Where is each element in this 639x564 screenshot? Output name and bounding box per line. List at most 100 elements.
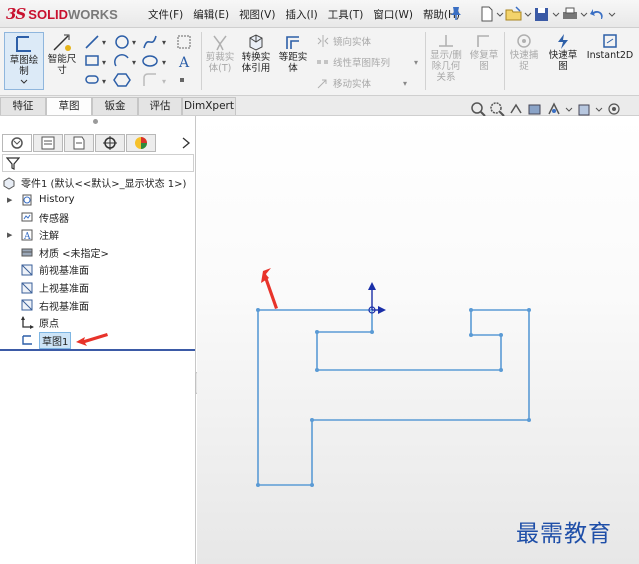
section-view-icon[interactable] bbox=[527, 101, 543, 117]
relations-label: 显示/删 除几何 关系 bbox=[430, 50, 462, 83]
zoom-to-area-icon[interactable] bbox=[489, 101, 505, 117]
chevron-down-icon[interactable] bbox=[496, 5, 504, 23]
tree-item-label: 注解 bbox=[39, 231, 59, 243]
fillet-icon[interactable] bbox=[143, 73, 156, 86]
tree-item[interactable]: 传感器 bbox=[0, 209, 69, 226]
undo-icon[interactable] bbox=[588, 5, 608, 23]
sketch-outline[interactable] bbox=[257, 309, 530, 486]
tab-sheet-metal[interactable]: 钣金 bbox=[92, 97, 138, 115]
tree-item[interactable]: 草图1 bbox=[0, 331, 109, 349]
chevron-down-icon[interactable] bbox=[19, 78, 29, 86]
offset-entities-button[interactable]: 等距实 体 bbox=[275, 32, 311, 90]
tab-dimxpert-manager[interactable] bbox=[95, 134, 125, 152]
chevron-right-icon[interactable] bbox=[180, 136, 192, 150]
panel-tab-strip bbox=[0, 132, 196, 154]
chevron-down-icon[interactable] bbox=[608, 5, 616, 23]
tree-item[interactable]: 右视基准面 bbox=[0, 297, 89, 314]
ellipse-icon[interactable] bbox=[142, 55, 158, 67]
rollback-bar[interactable] bbox=[0, 349, 195, 351]
tab-features[interactable]: 特征 bbox=[0, 97, 46, 115]
chevron-down-icon[interactable] bbox=[552, 5, 560, 23]
text-icon[interactable]: A bbox=[178, 55, 190, 71]
sketch-point bbox=[256, 483, 260, 487]
previous-view-icon[interactable] bbox=[508, 101, 524, 117]
configuration-manager-icon bbox=[73, 136, 85, 150]
pin-icon[interactable] bbox=[449, 5, 463, 21]
smart-dimension-button[interactable]: 智能尺 寸 bbox=[44, 32, 80, 90]
display-style-icon[interactable] bbox=[576, 101, 592, 117]
arc-icon[interactable] bbox=[114, 54, 129, 67]
tab-configuration-manager[interactable] bbox=[64, 134, 94, 152]
line-icon[interactable] bbox=[85, 35, 99, 49]
quick-snaps-icon bbox=[517, 34, 531, 48]
quick-snaps-button[interactable]: 快速捕 捉 bbox=[507, 32, 541, 90]
menu-file[interactable]: 文件(F) bbox=[148, 7, 183, 22]
solidworks-logo[interactable]: 3S SOLIDWORKS bbox=[6, 4, 118, 24]
print-icon[interactable] bbox=[560, 5, 580, 23]
repair-sketch-button[interactable]: 修复草 图 bbox=[467, 32, 501, 90]
tree-item-label: 前视基准面 bbox=[39, 266, 89, 278]
menu-edit[interactable]: 编辑(E) bbox=[193, 7, 229, 22]
tab-feature-manager[interactable] bbox=[2, 134, 32, 152]
tab-display-manager[interactable] bbox=[126, 134, 156, 152]
tab-property-manager[interactable] bbox=[33, 134, 63, 152]
panel-collapse-handle[interactable] bbox=[93, 119, 98, 124]
new-document-icon[interactable] bbox=[478, 5, 496, 23]
sketch-icon bbox=[16, 36, 31, 52]
convert-entities-button[interactable]: 转换实 体引用 bbox=[238, 32, 274, 90]
expand-arrow-icon[interactable]: ▶ bbox=[7, 231, 15, 239]
slot-icon[interactable] bbox=[85, 75, 99, 84]
menu-insert[interactable]: 插入(I) bbox=[285, 7, 317, 22]
tree-item[interactable]: ▶ History bbox=[0, 191, 75, 208]
tab-dimxpert[interactable]: DimXpert bbox=[182, 97, 236, 115]
display-manager-icon bbox=[135, 137, 147, 149]
tree-item[interactable]: ▶ A 注解 bbox=[0, 226, 59, 243]
tree-item[interactable]: 原点 bbox=[0, 314, 59, 331]
chevron-down-icon[interactable] bbox=[524, 5, 532, 23]
graphics-area[interactable] bbox=[197, 116, 639, 564]
trim-entities-button[interactable]: 剪裁实 体(T) bbox=[204, 32, 236, 90]
expand-arrow-icon[interactable]: ▶ bbox=[7, 196, 15, 204]
svg-text:▾: ▾ bbox=[102, 38, 106, 47]
instant2d-button[interactable]: Instant2D bbox=[583, 32, 637, 90]
tab-evaluate[interactable]: 评估 bbox=[138, 97, 182, 115]
circle-icon[interactable] bbox=[115, 35, 129, 49]
move-entities-button[interactable]: 移动实体 ▾ bbox=[316, 76, 407, 90]
sketch-point bbox=[469, 308, 473, 312]
spline-icon[interactable] bbox=[143, 35, 157, 49]
tree-root-part[interactable]: 零件1 (默认<<默认>_显示状态 1>) bbox=[2, 174, 186, 191]
tree-item[interactable]: 前视基准面 bbox=[0, 261, 89, 278]
hide-show-items-icon[interactable] bbox=[606, 101, 622, 117]
point-icon[interactable] bbox=[180, 78, 184, 82]
view-orientation-icon[interactable] bbox=[546, 101, 562, 117]
menu-view[interactable]: 视图(V) bbox=[239, 7, 275, 22]
sketch-profile[interactable] bbox=[257, 309, 530, 486]
menu-window[interactable]: 窗口(W) bbox=[373, 7, 413, 22]
tree-item-label: 材质 <未指定> bbox=[39, 248, 109, 260]
sketch-point bbox=[527, 308, 531, 312]
tree-item-label: 传感器 bbox=[39, 213, 69, 225]
chevron-down-icon[interactable] bbox=[580, 5, 588, 23]
chevron-down-icon[interactable] bbox=[595, 101, 603, 117]
tree-item[interactable]: 材质 <未指定> bbox=[0, 244, 109, 261]
display-delete-relations-button[interactable]: 显示/删 除几何 关系 bbox=[428, 32, 464, 90]
save-icon[interactable] bbox=[532, 5, 552, 23]
smart-dimension-icon bbox=[53, 34, 71, 51]
rapid-sketch-button[interactable]: 快速草 图 bbox=[545, 32, 581, 90]
sketch-point bbox=[499, 333, 503, 337]
open-folder-icon[interactable] bbox=[504, 5, 524, 23]
origin-icon bbox=[21, 315, 34, 329]
mirror-entities-button[interactable]: 镜向实体 bbox=[316, 34, 371, 48]
zoom-to-fit-icon[interactable] bbox=[470, 101, 486, 117]
sketch-button[interactable]: 草图绘 制 bbox=[4, 32, 44, 90]
polygon-icon[interactable] bbox=[113, 73, 131, 87]
tab-sketch[interactable]: 草图 bbox=[46, 97, 92, 115]
instant2d-icon bbox=[603, 34, 617, 48]
grid-icon[interactable] bbox=[177, 35, 191, 49]
chevron-down-icon[interactable] bbox=[565, 101, 573, 117]
rectangle-icon[interactable] bbox=[85, 55, 99, 66]
tree-item[interactable]: 上视基准面 bbox=[0, 279, 89, 296]
menu-tools[interactable]: 工具(T) bbox=[328, 7, 364, 22]
tree-filter[interactable] bbox=[2, 154, 194, 172]
linear-pattern-button[interactable]: 线性草图阵列 ▾ bbox=[316, 55, 418, 69]
